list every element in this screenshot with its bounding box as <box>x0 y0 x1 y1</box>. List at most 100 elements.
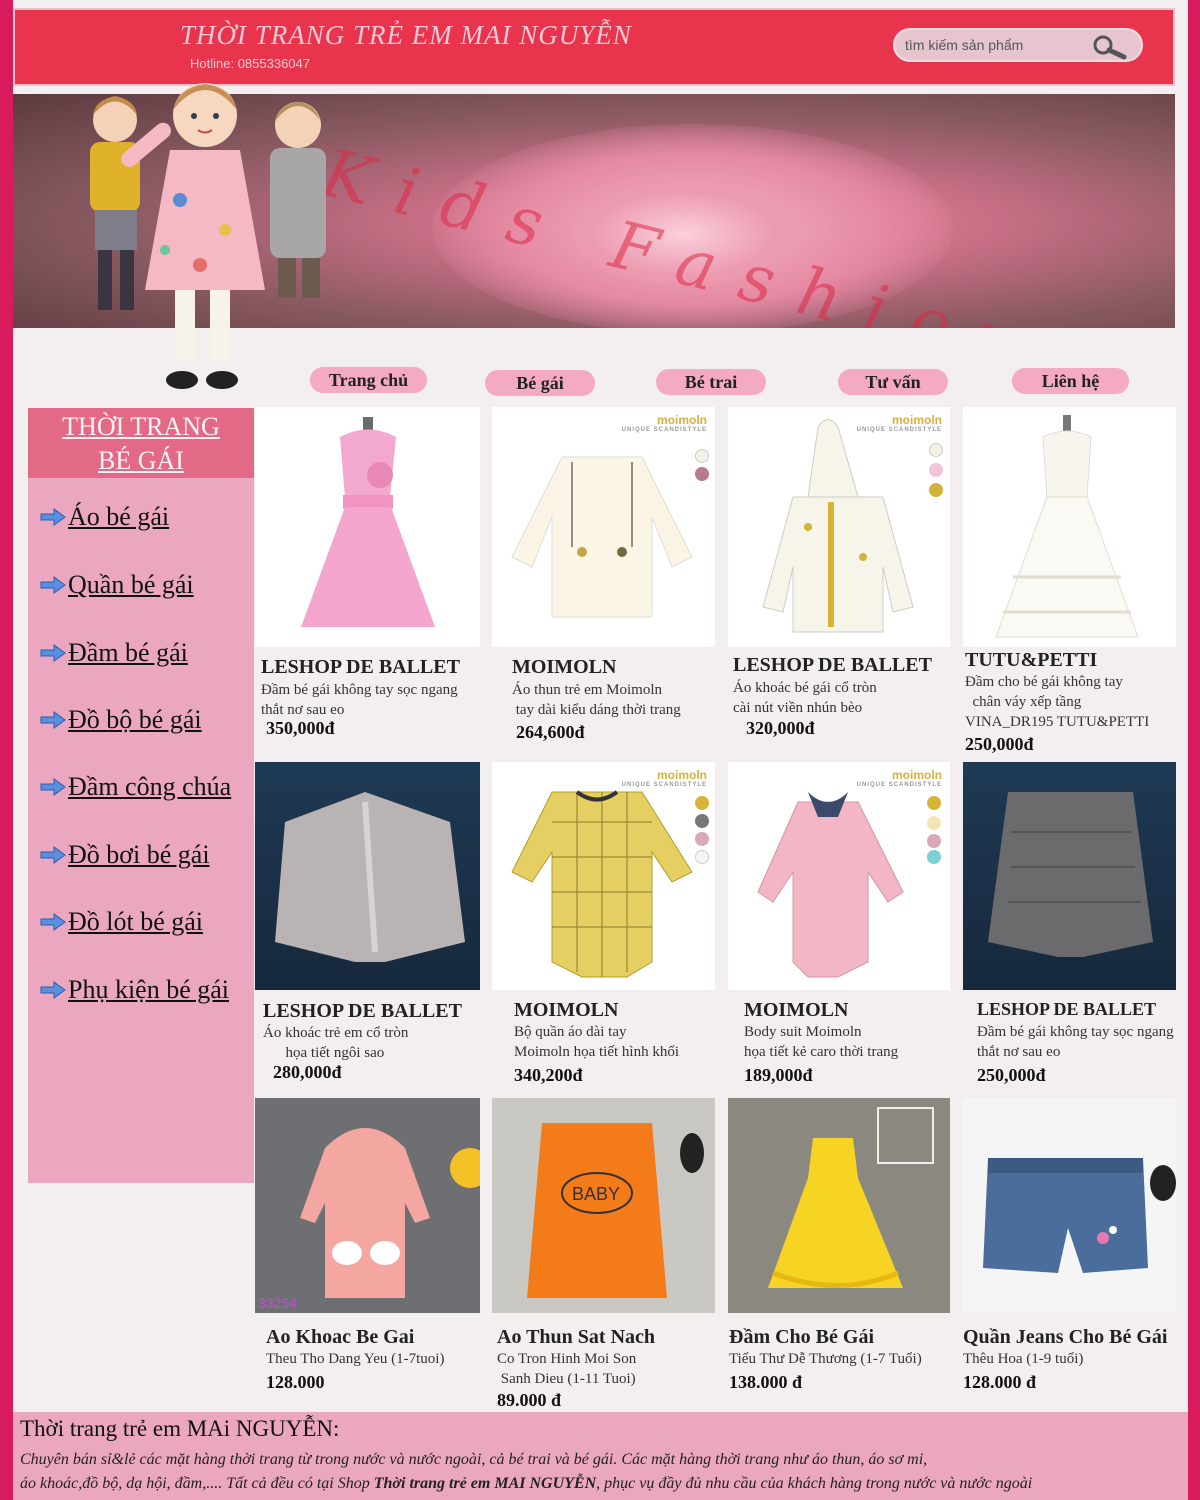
product-price: 250,000đ <box>965 734 1034 754</box>
product-name[interactable]: MOIMOLN <box>744 999 848 1022</box>
arrow-right-icon <box>40 644 66 662</box>
product-image[interactable]: 33254 <box>255 1098 480 1313</box>
product-desc: Đầm cho bé gái không tay chân váy xếp tầ… <box>965 674 1150 730</box>
footer-description: Chuyên bán sỉ&lẻ các mặt hàng thời trang… <box>20 1448 1190 1496</box>
nav-home[interactable]: Trang chủ <box>310 367 427 393</box>
arrow-right-icon <box>40 981 66 999</box>
sidebar-item-quan-be-gai[interactable]: Quần bé gái <box>40 570 194 600</box>
arrow-right-icon <box>40 576 66 594</box>
product-image[interactable]: moimoln UNIQUE SCANDISTYLE <box>492 407 715 647</box>
arrow-right-icon <box>40 913 66 931</box>
color-swatch <box>695 467 709 481</box>
color-swatch <box>695 796 709 810</box>
product-desc: Co Tron Hinh Moi Son Sanh Dieu (1-11 Tuo… <box>497 1351 637 1387</box>
sidebar-item-dam-cong-chua[interactable]: Đầm công chúa <box>40 772 231 802</box>
hotline-text: Hotline: 0855336047 <box>190 56 310 71</box>
product-name[interactable]: LESHOP DE BALLET <box>733 654 932 677</box>
product-price: 189,000đ <box>744 1065 813 1085</box>
product-desc: Đầm bé gái không tay sọc ngang thắt nơ s… <box>977 1024 1174 1060</box>
product-name[interactable]: MOIMOLN <box>512 656 616 679</box>
footer-title: Thời trang trẻ em MAi NGUYỄN: <box>20 1416 340 1441</box>
sidebar-item-ao-be-gai[interactable]: Áo bé gái <box>40 502 169 532</box>
product-price: 128.000 đ <box>963 1372 1037 1392</box>
search-input[interactable] <box>905 37 1085 53</box>
product-image[interactable] <box>963 1098 1176 1313</box>
product-price: 340,200đ <box>514 1065 583 1085</box>
footer-line-2: áo khoác,đồ bộ, dạ hội, đầm,.... Tất cả … <box>20 1475 1033 1492</box>
sidebar-item-dam-be-gai[interactable]: Đầm bé gái <box>40 638 188 668</box>
product-image[interactable]: moimoln UNIQUE SCANDISTYLE <box>492 762 715 990</box>
product-desc: Đầm bé gái không tay sọc ngang thắt nơ s… <box>261 682 458 718</box>
shirt-print-label: BABY <box>572 1184 620 1204</box>
color-swatch <box>695 449 709 463</box>
search-icon[interactable] <box>1089 34 1129 60</box>
nav-boys[interactable]: Bé trai <box>656 369 766 395</box>
arrow-right-icon <box>40 778 66 796</box>
product-price: 250,000đ <box>977 1065 1046 1085</box>
product-name[interactable]: Quần Jeans Cho Bé Gái <box>963 1326 1167 1349</box>
product-name[interactable]: LESHOP DE BALLET <box>261 656 460 679</box>
sidebar-item-do-boi-be-gai[interactable]: Đồ bơi bé gái <box>40 840 210 870</box>
product-image[interactable] <box>255 407 480 647</box>
nav-contact[interactable]: Liên hệ <box>1012 368 1129 394</box>
product-name[interactable]: Ao Khoac Be Gai <box>266 1326 414 1349</box>
product-desc: Bộ quần áo dài tay Moimoln họa tiết hình… <box>514 1024 679 1060</box>
brand-logo: moimoln UNIQUE SCANDISTYLE <box>856 413 942 433</box>
sidebar-heading-line1: THỜI TRANG <box>62 412 220 441</box>
product-desc: Theu Tho Dang Yeu (1-7tuoi) <box>266 1351 445 1367</box>
product-image[interactable] <box>728 1098 950 1313</box>
product-name[interactable]: Ao Thun Sat Nach <box>497 1326 655 1349</box>
image-code-label: 33254 <box>258 1295 297 1311</box>
sidebar-heading-line2: BÉ GÁI <box>98 446 184 475</box>
product-desc: Áo khoác bé gái cổ tròn cài nút viền nhú… <box>733 680 877 716</box>
sidebar-item-do-bo-be-gai[interactable]: Đồ bộ bé gái <box>40 705 202 735</box>
sidebar-item-do-lot-be-gai[interactable]: Đồ lót bé gái <box>40 907 203 937</box>
site-title[interactable]: THỜI TRANG TRẺ EM MAI NGUYỄN <box>180 20 632 51</box>
product-image[interactable]: moimoln UNIQUE SCANDISTYLE <box>728 407 950 647</box>
product-name[interactable]: TUTU&PETTI <box>965 649 1097 672</box>
product-image[interactable]: moimoln UNIQUE SCANDISTYLE <box>728 762 950 990</box>
search-box[interactable] <box>893 28 1143 62</box>
kids-photo <box>90 83 326 389</box>
product-price: 280,000đ <box>273 1062 342 1082</box>
footer-line-1: Chuyên bán sỉ&lẻ các mặt hàng thời trang… <box>20 1451 928 1468</box>
color-swatch <box>927 850 941 864</box>
product-price: 320,000đ <box>746 718 815 738</box>
site-header: THỜI TRANG TRẺ EM MAI NGUYỄN Hotline: 08… <box>13 8 1175 86</box>
arrow-right-icon <box>40 508 66 526</box>
site-footer: Thời trang trẻ em MAi NGUYỄN: Chuyên bán… <box>13 1412 1188 1500</box>
color-swatch <box>929 483 943 497</box>
arrow-right-icon <box>40 846 66 864</box>
product-price: 264,600đ <box>516 722 585 742</box>
color-swatch <box>927 796 941 810</box>
product-name[interactable]: LESHOP DE BALLET <box>977 999 1156 1020</box>
sidebar-heading: THỜI TRANG BÉ GÁI <box>28 408 254 478</box>
product-price: 138.000 đ <box>729 1372 803 1392</box>
sidebar-item-phu-kien-be-gai[interactable]: Phụ kiện bé gái <box>40 975 229 1005</box>
color-swatch <box>927 816 941 830</box>
product-name[interactable]: Đầm Cho Bé Gái <box>729 1326 874 1349</box>
color-swatch <box>695 832 709 846</box>
product-desc: Áo khoác trẻ em cổ tròn họa tiết ngôi sa… <box>263 1025 409 1061</box>
product-name[interactable]: MOIMOLN <box>514 999 618 1022</box>
product-price: 89.000 đ <box>497 1390 562 1410</box>
color-swatch <box>927 834 941 848</box>
footer-shop-name: Thời trang trẻ em MAI NGUYỄN <box>373 1475 597 1492</box>
product-desc: Áo thun trẻ em Moimoln tay dài kiểu dáng… <box>512 682 681 718</box>
product-name[interactable]: LESHOP DE BALLET <box>263 1000 462 1023</box>
product-image[interactable] <box>963 762 1176 990</box>
product-desc: Tiểu Thư Dễ Thương (1-7 Tuổi) <box>729 1351 922 1367</box>
color-swatch <box>695 814 709 828</box>
brand-logo: moimoln UNIQUE SCANDISTYLE <box>856 768 942 788</box>
product-image[interactable]: BABY <box>492 1098 715 1313</box>
brand-logo: moimoln UNIQUE SCANDISTYLE <box>621 768 707 788</box>
product-image[interactable] <box>255 762 480 990</box>
product-image[interactable] <box>963 407 1176 647</box>
nav-girls[interactable]: Bé gái <box>485 370 595 396</box>
nav-advice[interactable]: Tư vấn <box>838 369 948 395</box>
brand-logo: moimoln UNIQUE SCANDISTYLE <box>621 413 707 433</box>
color-swatch <box>929 443 943 457</box>
product-desc: Thêu Hoa (1-9 tuổi) <box>963 1351 1084 1367</box>
arrow-right-icon <box>40 711 66 729</box>
product-price: 350,000đ <box>266 718 335 738</box>
